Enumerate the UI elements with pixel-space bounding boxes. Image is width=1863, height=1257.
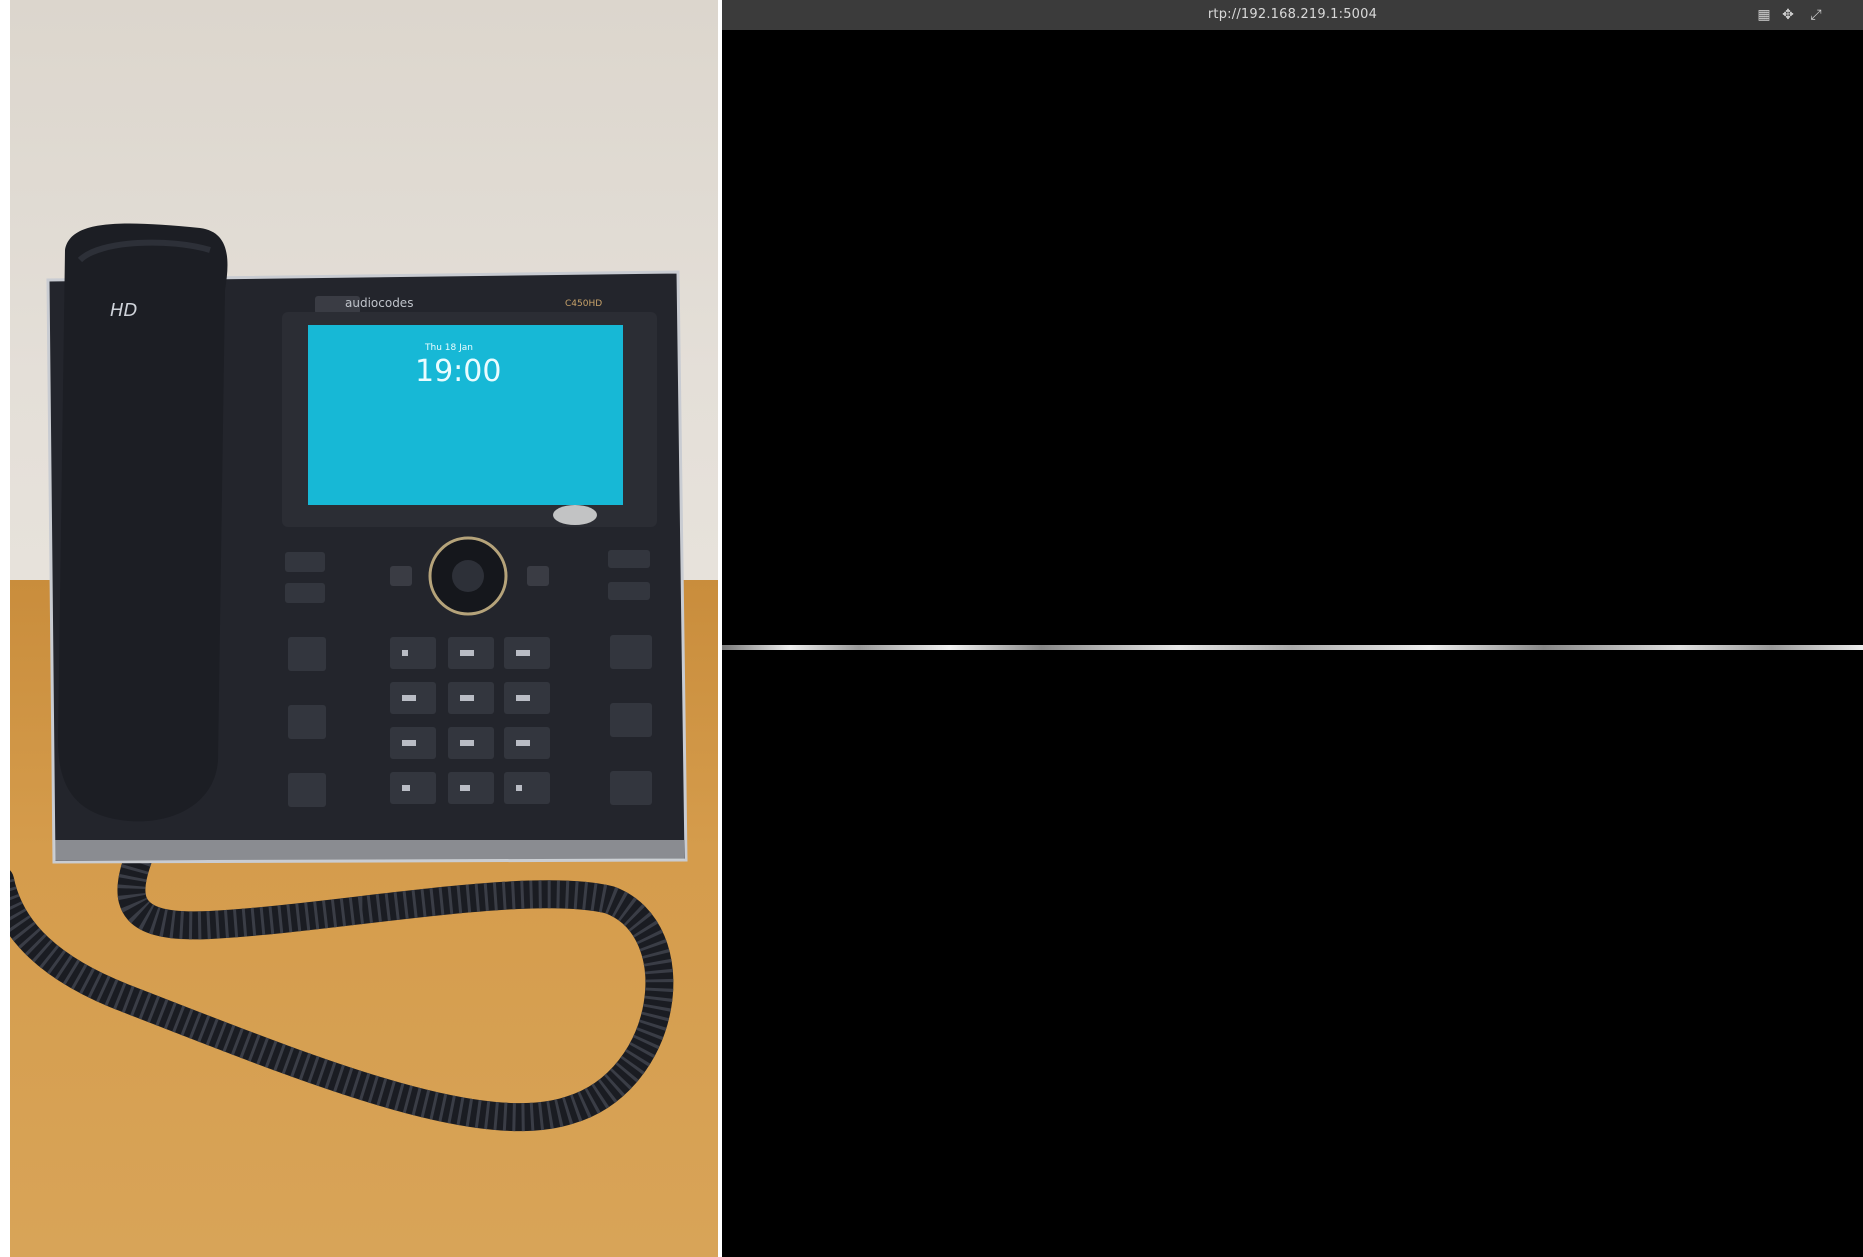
screen: HD audiocodes C450HD Thu 18 Jan 19:00 rt…: [0, 0, 1863, 1257]
move-icon[interactable]: ✥: [1778, 5, 1798, 25]
brand-logo: audiocodes: [345, 296, 414, 310]
stream-url-label: rtp://192.168.219.1:5004: [1207, 7, 1378, 22]
stream-toolbar: rtp://192.168.219.1:5004 ▦ ✥ ⤢: [722, 0, 1863, 30]
lcd-time: 19:00: [415, 354, 502, 389]
handset-logo: HD: [110, 300, 138, 321]
grid-icon[interactable]: ▦: [1754, 5, 1774, 25]
stream-scanline: [722, 645, 1863, 650]
camera-photo-panel: HD audiocodes C450HD Thu 18 Jan 19:00: [10, 0, 718, 1257]
lcd-date: Thu 18 Jan: [425, 343, 473, 353]
model-label: C450HD: [565, 299, 603, 309]
stream-video-area[interactable]: [722, 30, 1863, 1257]
stream-viewer: rtp://192.168.219.1:5004 ▦ ✥ ⤢: [722, 0, 1863, 1257]
desk-phone-illustration: [10, 223, 688, 1132]
handset: [58, 223, 228, 822]
expand-icon[interactable]: ⤢: [1806, 5, 1826, 25]
